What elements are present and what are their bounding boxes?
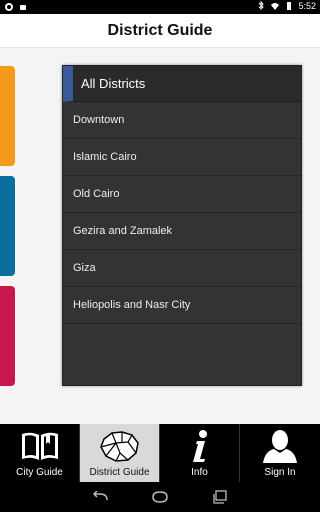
- district-item-old-cairo[interactable]: Old Cairo: [63, 176, 301, 213]
- all-districts-label: All Districts: [81, 76, 146, 91]
- district-item-downtown[interactable]: Downtown: [63, 102, 301, 139]
- bluetooth-icon: [259, 1, 265, 11]
- main-content: All Districts Downtown Islamic Cairo Old…: [0, 48, 320, 424]
- android-icon: [20, 5, 26, 10]
- info-icon: [178, 428, 222, 464]
- home-icon: [152, 491, 168, 503]
- back-icon: [92, 491, 108, 501]
- list-item-label: Giza: [73, 262, 96, 274]
- tab-label: City Guide: [16, 467, 63, 478]
- tab-district-guide[interactable]: District Guide: [80, 424, 160, 482]
- list-item-label: Old Cairo: [73, 188, 120, 200]
- title-bar: District Guide: [0, 14, 320, 48]
- tab-label: Info: [191, 467, 208, 478]
- district-item-gezira-zamalek[interactable]: Gezira and Zamalek: [63, 213, 301, 250]
- category-tile-red[interactable]: [0, 286, 15, 386]
- district-map-icon: [98, 428, 142, 464]
- tab-city-guide[interactable]: City Guide: [0, 424, 80, 482]
- tab-label: Sign In: [264, 467, 296, 478]
- district-item-giza[interactable]: Giza: [63, 250, 301, 287]
- district-item-heliopolis-nasr-city[interactable]: Heliopolis and Nasr City: [63, 287, 301, 324]
- tab-label: District Guide: [89, 467, 150, 478]
- tab-sign-in[interactable]: Sign In: [240, 424, 320, 482]
- recents-icon: [213, 490, 227, 504]
- list-item-label: Heliopolis and Nasr City: [73, 299, 191, 311]
- status-bar: 5:52: [0, 0, 320, 14]
- list-item-label: Downtown: [73, 114, 125, 126]
- notification-icon: [5, 3, 13, 11]
- list-item-label: Gezira and Zamalek: [73, 225, 173, 237]
- page-title: District Guide: [107, 21, 213, 39]
- category-tile-orange[interactable]: [0, 66, 15, 166]
- recents-button[interactable]: [210, 489, 230, 505]
- bottom-tab-bar: City Guide District Guide Info Sign In: [0, 424, 320, 482]
- all-districts-header[interactable]: All Districts: [63, 66, 301, 102]
- system-nav-bar: [0, 482, 320, 512]
- person-icon: [258, 428, 302, 464]
- tab-info[interactable]: Info: [160, 424, 240, 482]
- book-icon: [18, 428, 62, 464]
- category-tile-blue[interactable]: [0, 176, 15, 276]
- home-button[interactable]: [150, 489, 170, 505]
- district-list-panel: All Districts Downtown Islamic Cairo Old…: [62, 65, 302, 386]
- wifi-icon: [271, 3, 280, 10]
- battery-icon: [287, 2, 292, 10]
- list-item-label: Islamic Cairo: [73, 151, 137, 163]
- status-time: 5:52: [298, 1, 316, 11]
- district-item-islamic-cairo[interactable]: Islamic Cairo: [63, 139, 301, 176]
- back-button[interactable]: [90, 489, 110, 505]
